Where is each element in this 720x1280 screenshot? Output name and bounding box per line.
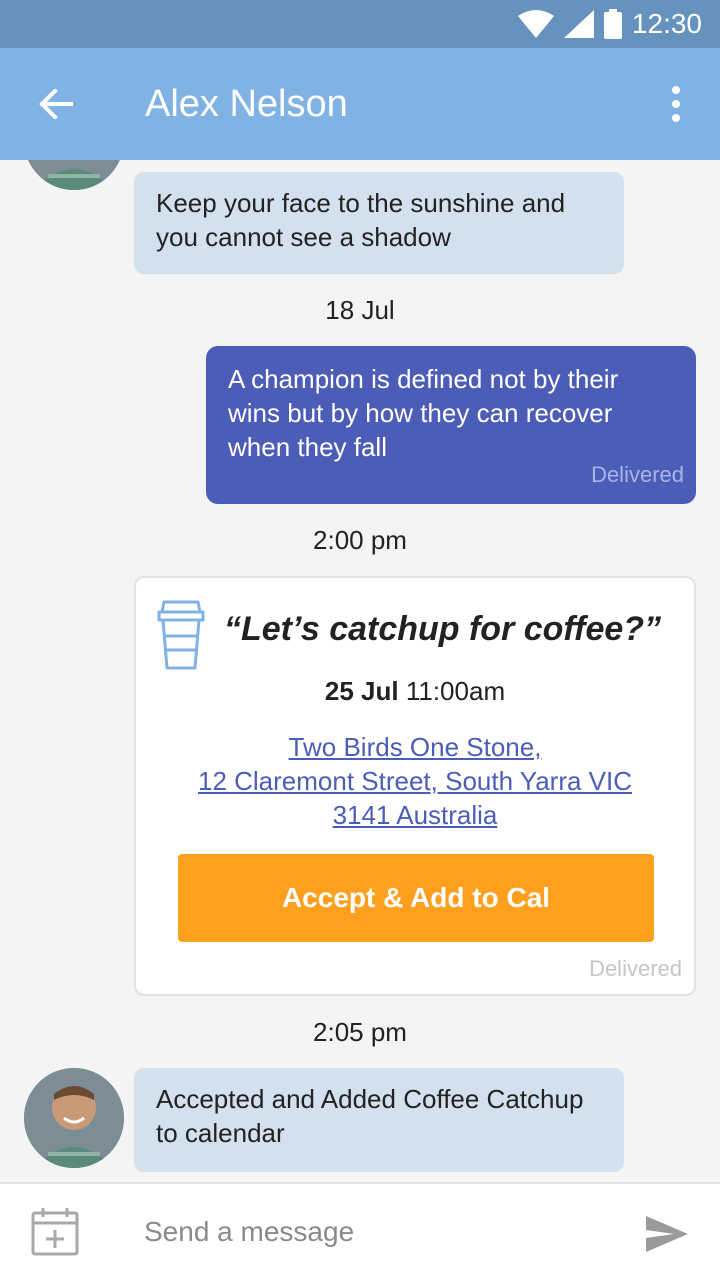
outgoing-message[interactable]: A champion is defined not by their wins … (206, 346, 696, 504)
wifi-icon (517, 10, 554, 38)
delivery-status: Delivered (591, 462, 684, 487)
incoming-message[interactable]: Accepted and Added Coffee Catchup to cal… (134, 1068, 624, 1172)
back-button[interactable] (28, 80, 84, 128)
status-time: 12:30 (631, 8, 702, 39)
message-text: A champion is defined not by their wins … (228, 364, 619, 462)
delivery-status: Delivered (589, 956, 682, 981)
message-text: Accepted and Added Coffee Catchup to cal… (156, 1084, 584, 1148)
signal-icon (563, 10, 594, 38)
invite-datetime: 25 Jul 11:00am (136, 676, 694, 707)
timestamp: 2:05 pm (313, 1017, 407, 1047)
invite-title: “Let’s catchup for coffee?” (224, 610, 662, 648)
more-vert-icon (672, 86, 680, 94)
timestamp: 18 Jul (325, 295, 395, 325)
invite-date: 25 Jul (324, 676, 399, 706)
message-input[interactable] (144, 1204, 604, 1260)
calendar-add-icon[interactable] (30, 1206, 80, 1256)
invite-address-link[interactable]: Two Birds One Stone, 12 Claremont Street… (176, 730, 654, 832)
incoming-message[interactable]: Keep your face to the sunshine and you c… (134, 172, 624, 274)
event-invite-card: “Let’s catchup for coffee?” 25 Jul 11:00… (134, 576, 696, 996)
status-icons: 12:30 (517, 8, 702, 40)
coffee-cup-icon (157, 600, 205, 670)
message-list[interactable]: Keep your face to the sunshine and you c… (0, 160, 720, 1182)
avatar (24, 160, 124, 190)
invite-time: 11:00am (405, 676, 506, 706)
arrow-back-icon (39, 89, 73, 119)
more-options-button[interactable] (656, 80, 696, 128)
battery-icon (603, 9, 622, 39)
message-text: Keep your face to the sunshine and you c… (156, 188, 566, 252)
status-bar: 12:30 (0, 0, 720, 48)
accept-add-to-cal-button[interactable]: Accept & Add to Cal (178, 854, 654, 942)
avatar (24, 1068, 124, 1168)
app-bar: Alex Nelson (0, 48, 720, 160)
send-icon[interactable] (644, 1214, 690, 1254)
timestamp: 2:00 pm (313, 525, 407, 555)
message-composer (0, 1182, 720, 1280)
conversation-title: Alex Nelson (145, 83, 348, 125)
